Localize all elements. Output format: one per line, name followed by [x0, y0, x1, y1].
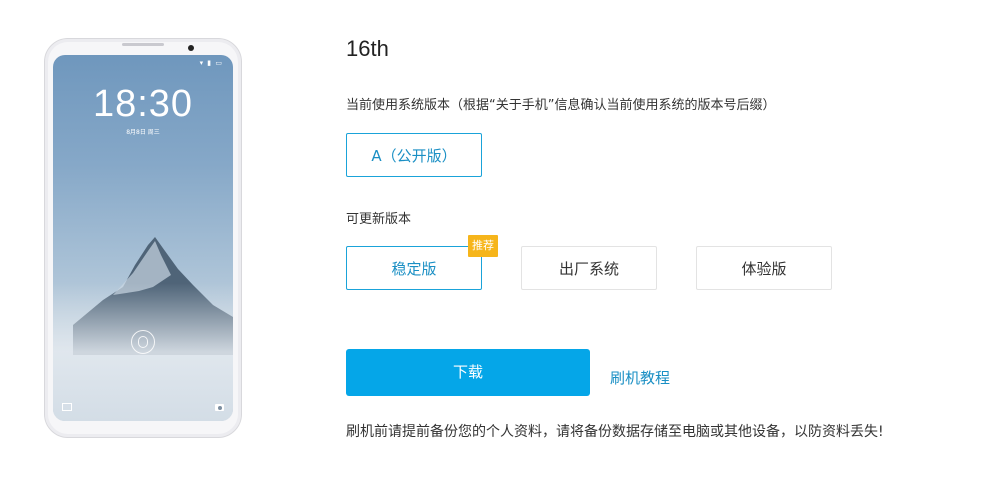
fingerprint-icon — [131, 330, 155, 354]
current-version-option[interactable]: A（公开版） — [346, 133, 482, 177]
phone-screen: ▾ ▮ ▭ 18:30 8月8日 周三 — [53, 55, 233, 421]
recommend-badge: 推荐 — [468, 235, 498, 257]
available-versions-label: 可更新版本 — [346, 212, 412, 227]
download-button[interactable]: 下载 — [346, 349, 590, 396]
backup-warning-note: 刷机前请提前备份您的个人资料，请将备份数据存储至电脑或其他设备，以防资料丢失! — [346, 424, 884, 440]
earpiece — [122, 43, 164, 46]
front-camera — [188, 45, 194, 51]
current-version-label: 当前使用系统版本（根据“关于手机”信息确认当前使用系统的版本号后缀） — [346, 98, 776, 113]
version-option-factory[interactable]: 出厂系统 — [521, 246, 657, 290]
version-option-beta[interactable]: 体验版 — [696, 246, 832, 290]
camera-icon — [215, 404, 224, 411]
version-option-stable[interactable]: 稳定版 — [346, 246, 482, 290]
lockscreen-date: 8月8日 周三 — [126, 129, 160, 136]
lockscreen-time: 18:30 — [92, 83, 194, 125]
phone-preview: ▾ ▮ ▭ 18:30 8月8日 周三 — [44, 38, 242, 438]
device-model-title: 16th — [346, 36, 389, 61]
flash-tutorial-link[interactable]: 刷机教程 — [610, 367, 670, 388]
status-bar-icons: ▾ ▮ ▭ — [199, 59, 223, 67]
shortcut-icon — [62, 403, 72, 411]
